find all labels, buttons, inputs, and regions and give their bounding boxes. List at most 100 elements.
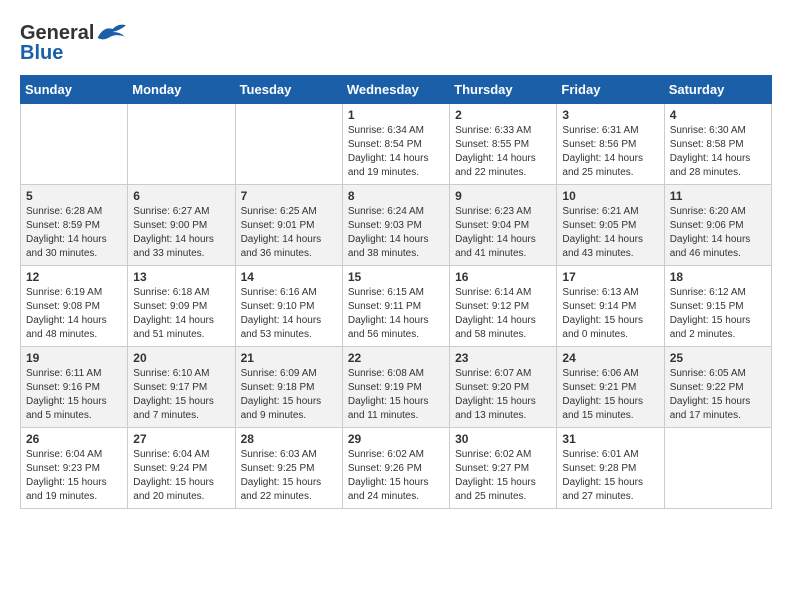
- calendar-cell: 24Sunrise: 6:06 AM Sunset: 9:21 PM Dayli…: [557, 347, 664, 428]
- day-number: 23: [455, 351, 551, 365]
- day-info: Sunrise: 6:27 AM Sunset: 9:00 PM Dayligh…: [133, 205, 229, 261]
- weekday-header: Friday: [557, 76, 664, 104]
- day-number: 19: [26, 351, 122, 365]
- calendar-table: SundayMondayTuesdayWednesdayThursdayFrid…: [20, 75, 772, 509]
- calendar-cell: 17 Sunrise: 6:13 AM Sunset: 9:14 PM Dayli…: [557, 266, 664, 347]
- day-number: 28: [241, 432, 337, 446]
- day-number: 5: [26, 189, 122, 203]
- day-number: 17: [562, 270, 658, 284]
- calendar-cell: 6 Sunrise: 6:27 AM Sunset: 9:00 PM Daylig…: [128, 185, 235, 266]
- calendar-cell: 3 Sunrise: 6:31 AM Sunset: 8:56 PM Daylig…: [557, 104, 664, 185]
- day-info: Sunrise: 6:31 AM Sunset: 8:56 PM Dayligh…: [562, 124, 658, 180]
- calendar-cell: 30 Sunrise: 6:02 AM Sunset: 9:27 PM Dayli…: [450, 428, 557, 509]
- day-info: Sunrise: 6:03 AM Sunset: 9:25 PM Dayligh…: [241, 448, 337, 504]
- day-info: Sunrise: 6:05 AM Sunset: 9:22 PM Dayligh…: [670, 367, 766, 423]
- day-number: 22: [348, 351, 444, 365]
- day-number: 27: [133, 432, 229, 446]
- day-info: Sunrise: 6:07 AM Sunset: 9:20 PM Dayligh…: [455, 367, 551, 423]
- day-info: Sunrise: 6:08 AM Sunset: 9:19 PM Dayligh…: [348, 367, 444, 423]
- calendar-cell: 27 Sunrise: 6:04 AM Sunset: 9:24 PM Dayli…: [128, 428, 235, 509]
- calendar-cell: [128, 104, 235, 185]
- day-number: 13: [133, 270, 229, 284]
- day-info: Sunrise: 6:04 AM Sunset: 9:23 PM Dayligh…: [26, 448, 122, 504]
- weekday-header: Monday: [128, 76, 235, 104]
- day-number: 26: [26, 432, 122, 446]
- day-number: 14: [241, 270, 337, 284]
- day-info: Sunrise: 6:20 AM Sunset: 9:06 PM Dayligh…: [670, 205, 766, 261]
- calendar-cell: 25 Sunrise: 6:05 AM Sunset: 9:22 PM Dayli…: [664, 347, 771, 428]
- day-info: Sunrise: 6:11 AM Sunset: 9:16 PM Dayligh…: [26, 367, 122, 423]
- day-info: Sunrise: 6:23 AM Sunset: 9:04 PM Dayligh…: [455, 205, 551, 261]
- day-info: Sunrise: 6:13 AM Sunset: 9:14 PM Dayligh…: [562, 286, 658, 342]
- day-number: 2: [455, 108, 551, 122]
- calendar-cell: 1Sunrise: 6:34 AM Sunset: 8:54 PM Daylig…: [342, 104, 449, 185]
- calendar-cell: 5 Sunrise: 6:28 AM Sunset: 8:59 PM Daylig…: [21, 185, 128, 266]
- day-info: Sunrise: 6:15 AM Sunset: 9:11 PM Dayligh…: [348, 286, 444, 342]
- day-info: Sunrise: 6:04 AM Sunset: 9:24 PM Dayligh…: [133, 448, 229, 504]
- day-number: 29: [348, 432, 444, 446]
- calendar-cell: [21, 104, 128, 185]
- day-number: 11: [670, 189, 766, 203]
- day-info: Sunrise: 6:14 AM Sunset: 9:12 PM Dayligh…: [455, 286, 551, 342]
- calendar-header: General Blue: [20, 20, 772, 65]
- day-number: 6: [133, 189, 229, 203]
- day-number: 12: [26, 270, 122, 284]
- calendar-cell: 31Sunrise: 6:01 AM Sunset: 9:28 PM Dayli…: [557, 428, 664, 509]
- calendar-cell: [664, 428, 771, 509]
- logo-blue: Blue: [20, 42, 63, 65]
- calendar-cell: 23 Sunrise: 6:07 AM Sunset: 9:20 PM Dayli…: [450, 347, 557, 428]
- calendar-cell: [235, 104, 342, 185]
- calendar-cell: 2 Sunrise: 6:33 AM Sunset: 8:55 PM Daylig…: [450, 104, 557, 185]
- calendar-cell: 22 Sunrise: 6:08 AM Sunset: 9:19 PM Dayli…: [342, 347, 449, 428]
- weekday-header: Tuesday: [235, 76, 342, 104]
- day-info: Sunrise: 6:02 AM Sunset: 9:27 PM Dayligh…: [455, 448, 551, 504]
- day-info: Sunrise: 6:19 AM Sunset: 9:08 PM Dayligh…: [26, 286, 122, 342]
- day-info: Sunrise: 6:12 AM Sunset: 9:15 PM Dayligh…: [670, 286, 766, 342]
- calendar-cell: 10Sunrise: 6:21 AM Sunset: 9:05 PM Dayli…: [557, 185, 664, 266]
- day-number: 21: [241, 351, 337, 365]
- calendar-cell: 20 Sunrise: 6:10 AM Sunset: 9:17 PM Dayli…: [128, 347, 235, 428]
- day-info: Sunrise: 6:28 AM Sunset: 8:59 PM Dayligh…: [26, 205, 122, 261]
- calendar-cell: 21 Sunrise: 6:09 AM Sunset: 9:18 PM Dayli…: [235, 347, 342, 428]
- weekday-header: Sunday: [21, 76, 128, 104]
- calendar-cell: 15 Sunrise: 6:15 AM Sunset: 9:11 PM Dayli…: [342, 266, 449, 347]
- day-number: 1: [348, 108, 444, 122]
- day-number: 31: [562, 432, 658, 446]
- calendar-cell: 9Sunrise: 6:23 AM Sunset: 9:04 PM Daylig…: [450, 185, 557, 266]
- calendar-cell: 13Sunrise: 6:18 AM Sunset: 9:09 PM Dayli…: [128, 266, 235, 347]
- day-number: 8: [348, 189, 444, 203]
- day-info: Sunrise: 6:10 AM Sunset: 9:17 PM Dayligh…: [133, 367, 229, 423]
- day-info: Sunrise: 6:16 AM Sunset: 9:10 PM Dayligh…: [241, 286, 337, 342]
- calendar-cell: 12 Sunrise: 6:19 AM Sunset: 9:08 PM Dayli…: [21, 266, 128, 347]
- calendar-cell: 16 Sunrise: 6:14 AM Sunset: 9:12 PM Dayli…: [450, 266, 557, 347]
- day-number: 3: [562, 108, 658, 122]
- day-info: Sunrise: 6:21 AM Sunset: 9:05 PM Dayligh…: [562, 205, 658, 261]
- day-info: Sunrise: 6:24 AM Sunset: 9:03 PM Dayligh…: [348, 205, 444, 261]
- day-info: Sunrise: 6:30 AM Sunset: 8:58 PM Dayligh…: [670, 124, 766, 180]
- weekday-header: Saturday: [664, 76, 771, 104]
- day-number: 15: [348, 270, 444, 284]
- logo-bird-icon: [96, 20, 126, 44]
- day-number: 24: [562, 351, 658, 365]
- day-number: 30: [455, 432, 551, 446]
- weekday-header: Thursday: [450, 76, 557, 104]
- calendar-cell: 7 Sunrise: 6:25 AM Sunset: 9:01 PM Daylig…: [235, 185, 342, 266]
- day-info: Sunrise: 6:09 AM Sunset: 9:18 PM Dayligh…: [241, 367, 337, 423]
- day-number: 7: [241, 189, 337, 203]
- calendar-cell: 18Sunrise: 6:12 AM Sunset: 9:15 PM Dayli…: [664, 266, 771, 347]
- calendar-cell: 14 Sunrise: 6:16 AM Sunset: 9:10 PM Dayli…: [235, 266, 342, 347]
- day-info: Sunrise: 6:33 AM Sunset: 8:55 PM Dayligh…: [455, 124, 551, 180]
- day-info: Sunrise: 6:25 AM Sunset: 9:01 PM Dayligh…: [241, 205, 337, 261]
- calendar-cell: 19 Sunrise: 6:11 AM Sunset: 9:16 PM Dayli…: [21, 347, 128, 428]
- calendar-cell: 29Sunrise: 6:02 AM Sunset: 9:26 PM Dayli…: [342, 428, 449, 509]
- logo: General Blue: [20, 20, 126, 65]
- weekday-header: Wednesday: [342, 76, 449, 104]
- day-number: 16: [455, 270, 551, 284]
- day-number: 25: [670, 351, 766, 365]
- day-number: 4: [670, 108, 766, 122]
- calendar-cell: 4 Sunrise: 6:30 AM Sunset: 8:58 PM Daylig…: [664, 104, 771, 185]
- day-number: 20: [133, 351, 229, 365]
- calendar-cell: 28 Sunrise: 6:03 AM Sunset: 9:25 PM Dayli…: [235, 428, 342, 509]
- calendar-cell: 26 Sunrise: 6:04 AM Sunset: 9:23 PM Dayli…: [21, 428, 128, 509]
- calendar-cell: 8 Sunrise: 6:24 AM Sunset: 9:03 PM Daylig…: [342, 185, 449, 266]
